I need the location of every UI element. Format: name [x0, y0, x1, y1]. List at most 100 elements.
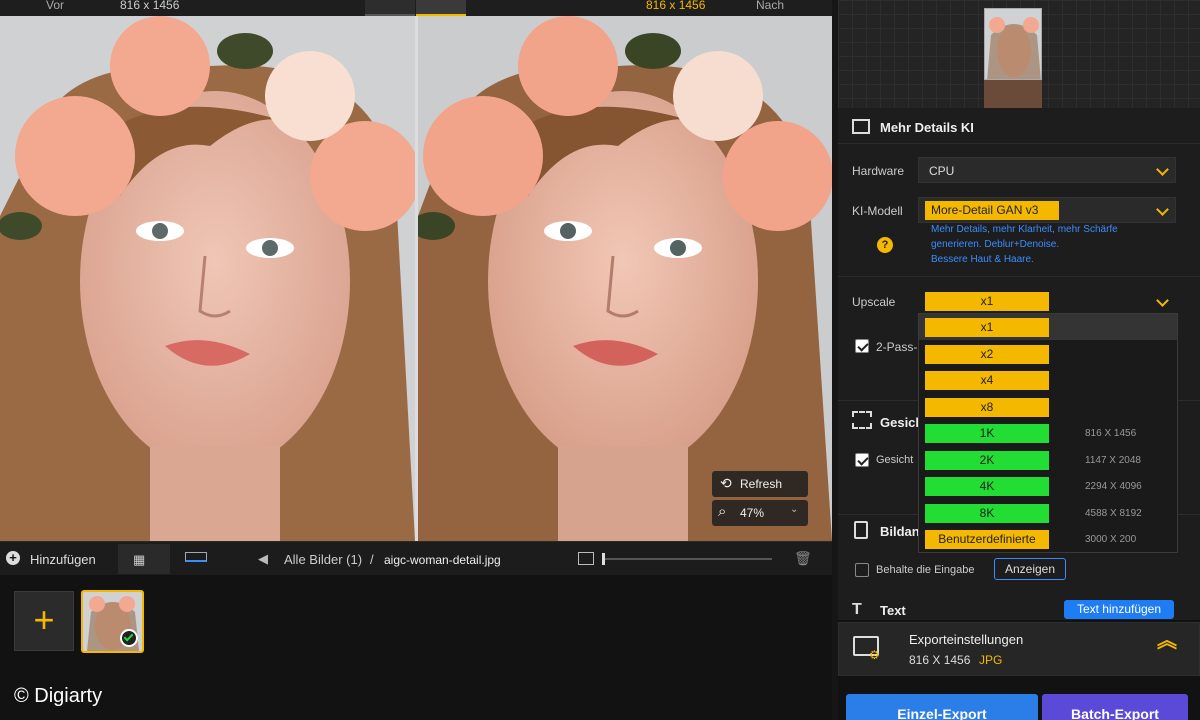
upscale-option-2k[interactable]: 2K 1147 X 2048 — [919, 450, 1177, 473]
upscale-value: x1 — [925, 292, 1049, 311]
image-size-icon — [578, 552, 594, 565]
trash-icon[interactable]: 🗑 — [794, 550, 812, 567]
model-select[interactable]: More-Detail GAN v3 — [918, 197, 1176, 223]
slider-handle[interactable] — [602, 553, 605, 565]
face-checkbox[interactable] — [855, 453, 869, 467]
single-export-button[interactable]: Einzel-Export — [846, 694, 1038, 720]
after-label: Nach — [756, 0, 785, 12]
model-description-line3: Bessere Haut & Haare. — [931, 254, 1034, 265]
upscale-option-dimensions: 4588 X 8192 — [1085, 507, 1142, 519]
face-checkbox-label: Gesicht — [876, 454, 914, 466]
document-icon — [854, 521, 868, 539]
export-settings-bar[interactable]: ⚙ Exporteinstellungen 816 X 1456 JPG ︽ — [838, 622, 1200, 676]
preview-thumbnail-lower — [984, 80, 1042, 108]
hardware-select[interactable]: CPU — [918, 157, 1176, 183]
chevron-up-icon[interactable]: ︽ — [1157, 631, 1177, 651]
add-text-button[interactable]: Text hinzufügen — [1064, 600, 1174, 619]
view-split-button[interactable] — [416, 0, 466, 16]
breadcrumb-filename: aigc-woman-detail.jpg — [384, 553, 501, 567]
compare-topbar: Vor 816 x 1456 816 x 1456 Nach — [0, 0, 832, 16]
done-check-icon — [120, 629, 138, 647]
upscale-option-label: 2K — [925, 450, 1049, 470]
upscale-option-dimensions: 1147 X 2048 — [1085, 454, 1141, 466]
section-title-text: Text — [880, 603, 906, 618]
upscale-option-label: x8 — [925, 397, 1049, 417]
before-label: Vor — [46, 0, 65, 12]
thumbnail-strip: + © Digiarty — [0, 575, 832, 720]
upscale-option-benutzerdefinierte[interactable]: Benutzerdefinierte 3000 X 200 — [919, 530, 1177, 552]
upscale-option-dimensions: 3000 X 200 — [1085, 534, 1137, 545]
upscale-option-label: 4K — [925, 477, 1049, 496]
keep-input-checkbox[interactable] — [855, 563, 869, 577]
export-format: JPG — [979, 653, 1003, 667]
zoom-control[interactable]: ⌕ 47% ⌄ — [712, 500, 808, 526]
breadcrumb-all-images[interactable]: Alle Bilder (1) — [284, 552, 362, 567]
after-image[interactable]: ⟲ Refresh ⌕ 47% ⌄ — [418, 16, 832, 541]
back-arrow-icon[interactable]: ◀ — [258, 551, 268, 567]
after-size: 816 x 1456 — [646, 0, 706, 12]
section-title-image: Bildan — [880, 524, 920, 539]
upscale-option-label: x2 — [925, 344, 1049, 364]
section-title-face: Gesich — [880, 415, 924, 430]
upscale-label: Upscale — [852, 295, 896, 309]
portrait-after-illustration — [418, 16, 832, 541]
help-icon[interactable]: ? — [877, 237, 893, 253]
thumb-size-slider[interactable] — [602, 553, 772, 565]
add-images-button[interactable]: Hinzufügen — [30, 552, 96, 567]
add-thumbnail-button[interactable]: + — [14, 591, 74, 651]
refresh-button[interactable]: ⟲ Refresh — [712, 471, 808, 497]
upscale-option-x8[interactable]: x8 — [919, 397, 1177, 420]
upscale-dropdown-menu: x1 x2 x4 x8 1K 816 X 1456 2K 1147 X 2048 4K 2294 … — [918, 313, 1178, 553]
export-size: 816 X 1456 — [909, 653, 971, 667]
text-tool-icon: T — [852, 601, 862, 618]
preview-thumbnail-area — [838, 0, 1200, 108]
batch-export-button[interactable]: Batch-Export — [1042, 694, 1188, 720]
before-image[interactable] — [0, 16, 415, 541]
upscale-option-label: Benutzerdefinierte — [925, 530, 1049, 549]
grid-icon: ▦ — [133, 552, 146, 567]
before-size: 816 x 1456 — [120, 0, 180, 12]
keep-input-label: Behalte die Eingabe — [876, 564, 975, 576]
upscale-option-x1[interactable]: x1 — [919, 318, 1177, 340]
preview-thumbnail[interactable] — [984, 8, 1042, 80]
hardware-value: CPU — [929, 164, 955, 178]
refresh-label: Refresh — [740, 477, 783, 491]
filmstrip-view-icon[interactable] — [185, 552, 207, 562]
two-pass-label: 2-Pass- — [876, 340, 918, 354]
preview-image — [987, 17, 1041, 79]
section-title-more-details: Mehr Details KI — [880, 120, 974, 135]
upscale-option-label: x4 — [925, 371, 1049, 390]
watermark-text: © Digiarty — [14, 685, 103, 707]
upscale-option-x2[interactable]: x2 — [919, 344, 1177, 367]
chevron-down-icon — [1156, 294, 1169, 307]
image-toolbar: + Hinzufügen ▦ ◀ Alle Bilder (1) / aigc-… — [0, 541, 832, 575]
chevron-down-icon — [1156, 203, 1169, 216]
two-pass-checkbox[interactable] — [855, 339, 869, 353]
upscale-option-8k[interactable]: 8K 4588 X 8192 — [919, 503, 1177, 526]
upscale-option-dimensions: 816 X 1456 — [1085, 428, 1137, 439]
upscale-option-dimensions: 2294 X 4096 — [1085, 481, 1142, 492]
portrait-before-illustration — [0, 16, 415, 541]
grid-view-button[interactable]: ▦ — [118, 544, 170, 574]
thumbnail-aigc-woman[interactable] — [81, 590, 144, 653]
chevron-down-icon[interactable]: ⌄ — [790, 504, 798, 515]
upscale-option-label: 1K — [925, 424, 1049, 443]
upscale-option-label: 8K — [925, 503, 1049, 523]
upscale-select[interactable]: x1 — [918, 288, 1176, 314]
gear-icon: ⚙ — [869, 648, 880, 662]
upscale-option-1k[interactable]: 1K 816 X 1456 — [919, 424, 1177, 446]
upscale-option-x4[interactable]: x4 — [919, 371, 1177, 393]
hardware-label: Hardware — [852, 164, 905, 178]
model-value: More-Detail GAN v3 — [925, 201, 1059, 220]
model-description-line2: generieren. Deblur+Denoise. — [931, 239, 1060, 250]
show-button[interactable]: Anzeigen — [994, 558, 1066, 580]
zoom-icon: ⌕ — [718, 503, 727, 520]
add-circle-icon[interactable]: + — [6, 551, 20, 565]
zoom-value: 47% — [740, 506, 765, 520]
upscale-option-4k[interactable]: 4K 2294 X 4096 — [919, 477, 1177, 499]
view-single-button[interactable] — [365, 0, 415, 16]
model-label: KI-Modell — [852, 204, 903, 218]
face-detect-icon — [852, 411, 872, 429]
upscale-option-label: x1 — [925, 318, 1049, 337]
app-window: Vor 816 x 1456 816 x 1456 Nach ⟲ Refresh… — [0, 0, 1200, 720]
